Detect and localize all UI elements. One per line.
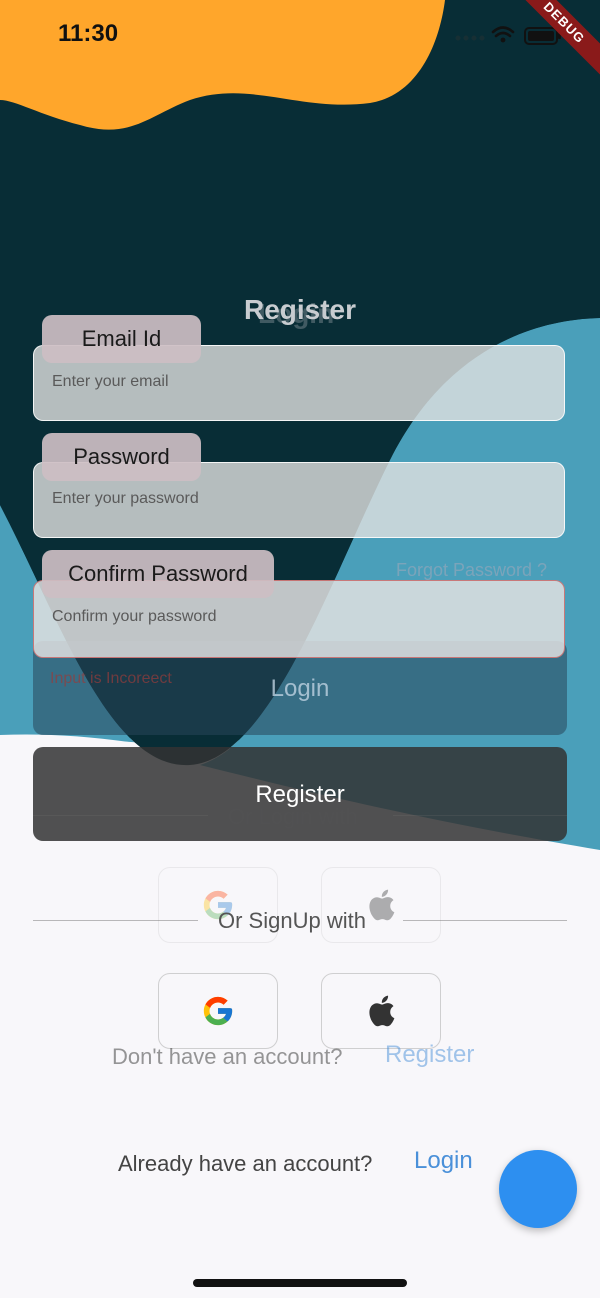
divider-left [33, 920, 198, 921]
confirm-password-input[interactable] [50, 607, 534, 627]
confirm-password-tag: Confirm Password [42, 550, 274, 598]
divider-left-faded [33, 815, 208, 816]
google-icon [203, 996, 233, 1026]
email-input[interactable] [50, 372, 534, 392]
google-signup-button[interactable] [158, 973, 278, 1049]
wifi-icon [491, 26, 515, 38]
forgot-password-link[interactable]: Forgot Password ? [396, 560, 547, 581]
status-icons [455, 26, 561, 45]
register-link[interactable]: Register [385, 1041, 474, 1069]
or-signup-with-label: Or SignUp with [218, 908, 366, 933]
apple-signup-button[interactable] [321, 973, 441, 1049]
divider-right-faded [393, 815, 567, 816]
floating-action-button[interactable] [499, 1150, 577, 1228]
apple-icon [369, 995, 395, 1027]
error-message: Input is Incoreect [50, 670, 172, 687]
have-account-text: Already have an account? [118, 1151, 373, 1176]
status-time: 11:30 [58, 20, 119, 47]
or-login-with-label: Or Login with [228, 804, 358, 829]
password-tag: Password [42, 433, 201, 481]
apple-icon [369, 889, 395, 921]
home-indicator[interactable] [193, 1279, 407, 1287]
no-account-text: Don't have an account? [112, 1044, 343, 1069]
divider-right [403, 920, 567, 921]
email-tag: Email Id [42, 315, 201, 363]
login-link[interactable]: Login [414, 1147, 473, 1175]
signal-icon [455, 35, 485, 41]
password-input[interactable] [50, 489, 534, 509]
